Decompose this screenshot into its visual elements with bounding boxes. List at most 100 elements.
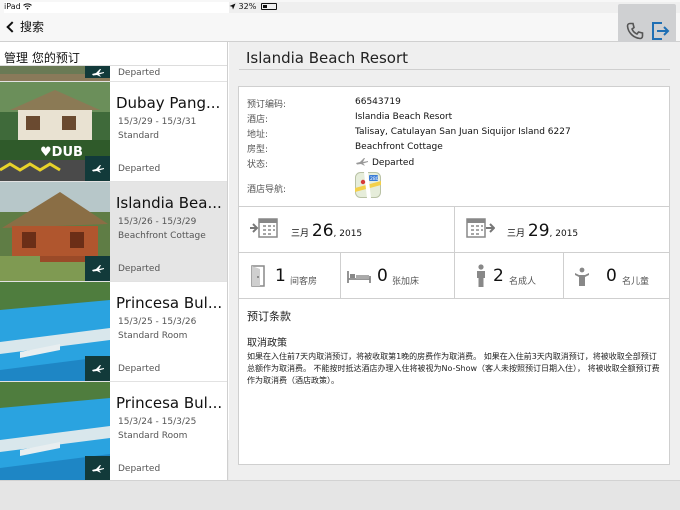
hotel-thumbnail: ♥DUB	[0, 82, 110, 181]
checkout-date: 三月 29, 2015	[455, 208, 671, 252]
extra-beds-value: 0	[377, 266, 388, 286]
phone-icon[interactable]	[626, 22, 644, 40]
svg-text:♥DUB: ♥DUB	[40, 145, 83, 160]
checkin-date: 三月 26, 2015	[239, 208, 454, 252]
adult-icon	[475, 264, 487, 292]
adults-value: 2	[493, 266, 504, 286]
room-type: Standard Room	[118, 331, 188, 341]
departed-badge	[85, 156, 110, 181]
booking-status: Departed	[118, 364, 161, 374]
status-bar: iPad 下午3:23 32%	[0, 0, 680, 440]
room-type: Beachfront Cottage	[118, 231, 206, 241]
hotel-thumbnail	[0, 66, 110, 81]
status-label: 状态:	[247, 160, 269, 170]
adults-count: 2 名成人	[455, 255, 563, 301]
stay-dates: 15/3/29 - 15/3/31	[118, 117, 197, 127]
booking-list-item[interactable]: Princesa Bul... 15/3/25 - 15/3/26 Standa…	[0, 282, 227, 382]
booking-status: Departed	[118, 264, 161, 274]
checkout-year: , 2015	[549, 229, 579, 239]
departed-badge	[85, 256, 110, 281]
chevron-left-icon	[6, 21, 18, 33]
children-count: 0 名儿童	[564, 255, 671, 301]
battery-percent: 32%	[238, 2, 257, 11]
airplane-icon	[91, 68, 104, 76]
room-type-label: 房型:	[247, 145, 269, 155]
departed-badge	[85, 66, 110, 78]
address-value: Talisay, Catulayan San Juan Siquijor Isl…	[355, 127, 571, 137]
stay-dates: 15/3/26 - 15/3/29	[118, 217, 197, 227]
booking-list-item[interactable]: Departed	[0, 66, 227, 82]
calendar-checkin-icon	[249, 216, 279, 244]
logout-icon[interactable]	[650, 21, 670, 41]
hotel-name: Dubay Pang...	[116, 94, 221, 112]
detail-title: Islandia Beach Resort	[246, 49, 409, 67]
battery-icon	[260, 3, 277, 10]
booking-detail-panel: Islandia Beach Resort 预订编码: 66543719 酒店:…	[229, 42, 680, 480]
hotel-name: Islandia Bea...	[116, 194, 222, 212]
location-arrow-icon	[229, 2, 239, 11]
rooms-label: 间客房	[290, 277, 318, 287]
maps-icon[interactable]: 280	[355, 172, 381, 200]
hotel-label: 酒店:	[247, 115, 269, 125]
navigation-bar: 搜索	[0, 4, 680, 52]
hotel-thumbnail	[0, 382, 110, 480]
airplane-icon	[91, 265, 104, 273]
booking-terms: 预订条款 取消政策 如果在入住前7天内取消预订，将被收取第1晚的房费作为取消费。…	[247, 308, 663, 387]
extra-beds-label: 张加床	[392, 277, 420, 287]
back-label: 搜索	[20, 20, 45, 34]
room-type: Standard Room	[118, 431, 188, 441]
stay-dates: 15/3/24 - 15/3/25	[118, 417, 197, 427]
booking-status: Departed	[118, 68, 161, 78]
booking-number-label: 预订编码:	[247, 100, 287, 110]
status-value: Departed	[355, 157, 414, 168]
checkin-month: 三月	[291, 229, 310, 239]
checkin-day: 26	[311, 221, 334, 241]
airplane-icon	[91, 465, 104, 473]
checkout-text: 三月 29, 2015	[507, 221, 578, 241]
booking-list-item[interactable]: Princesa Bul... 15/3/24 - 15/3/25 Standa…	[0, 382, 227, 480]
airplane-icon	[91, 165, 104, 173]
cancellation-policy-title: 取消政策	[247, 338, 287, 349]
navigation-label: 酒店导航:	[247, 185, 287, 195]
booking-list-panel: 管理 您的预订 Departed ♥DUB Dubay Pang... 15/3…	[0, 42, 228, 480]
door-icon	[251, 265, 265, 291]
adults-label: 名成人	[509, 277, 537, 287]
checkin-text: 三月 26, 2015	[291, 221, 362, 241]
hotel-thumbnail	[0, 282, 110, 381]
rooms-count: 1 间客房	[239, 255, 340, 301]
children-value: 0	[606, 266, 617, 286]
svg-text:280: 280	[370, 176, 379, 182]
address-label: 地址:	[247, 130, 269, 140]
booking-status: Departed	[118, 464, 161, 474]
extra-beds-count: 0 张加床	[341, 255, 454, 301]
hotel-value: Islandia Beach Resort	[355, 112, 453, 122]
cancellation-policy-text: 如果在入住前7天内取消预订，将被收取第1晚的房费作为取消费。 如果在入住前3天内…	[247, 352, 660, 385]
checkin-year: , 2015	[333, 229, 363, 239]
status-text: Departed	[372, 158, 415, 168]
departed-badge	[85, 456, 110, 480]
checkout-month: 三月	[507, 229, 526, 239]
room-type-value: Beachfront Cottage	[355, 142, 443, 152]
back-button[interactable]: 搜索	[6, 18, 45, 35]
booking-list-item[interactable]: ♥DUB Dubay Pang... 15/3/29 - 15/3/31 Sta…	[0, 82, 227, 182]
booking-number-value: 66543719	[355, 97, 401, 107]
booking-card: 预订编码: 66543719 酒店: Islandia Beach Resort…	[238, 86, 670, 465]
rooms-value: 1	[275, 266, 286, 286]
departed-badge	[85, 356, 110, 381]
terms-heading: 预订条款	[247, 310, 291, 323]
airplane-icon	[356, 158, 368, 166]
calendar-checkout-icon	[465, 216, 496, 244]
bottom-bar	[0, 480, 680, 510]
children-label: 名儿童	[622, 277, 650, 287]
title-divider	[239, 69, 670, 70]
room-type: Standard	[118, 131, 159, 141]
airplane-icon	[91, 365, 104, 373]
hotel-name: Princesa Bul...	[116, 394, 223, 412]
bed-icon	[347, 269, 371, 288]
stay-dates: 15/3/25 - 15/3/26	[118, 317, 197, 327]
booking-list-item-selected[interactable]: Islandia Bea... 15/3/26 - 15/3/29 Beachf…	[0, 182, 227, 282]
child-icon	[574, 267, 590, 291]
checkout-day: 29	[527, 221, 550, 241]
divider	[239, 298, 669, 299]
hotel-name: Princesa Bul...	[116, 294, 223, 312]
